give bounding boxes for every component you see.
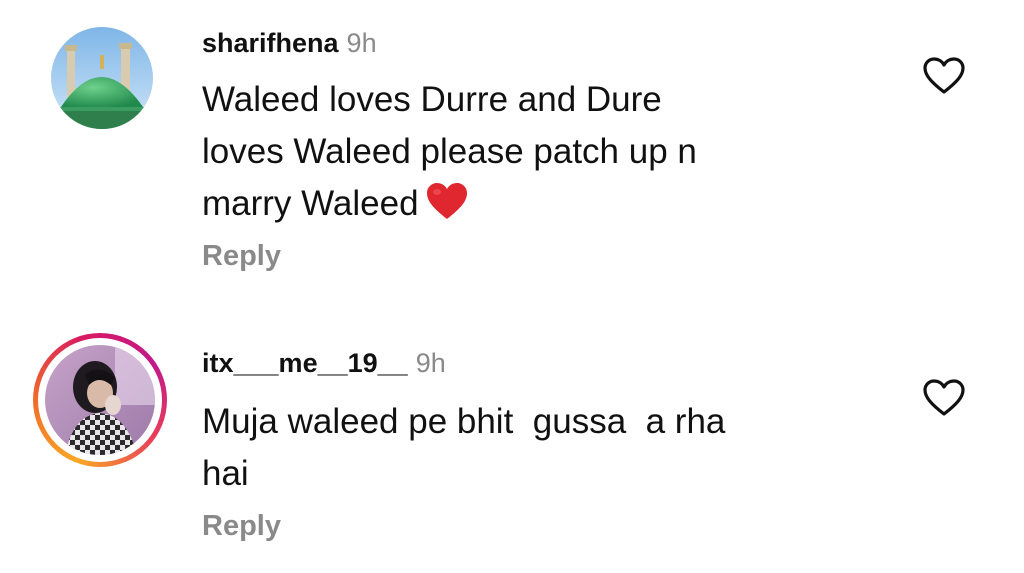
- comment-item: sharifhena 9h Waleed loves Durre and Dure…: [0, 0, 1024, 290]
- comment-text: Waleed loves Durre and Dure loves Waleed…: [202, 74, 842, 236]
- username[interactable]: sharifhena: [202, 28, 339, 58]
- comment-text-line: Muja waleed pe bhit gussa a rha: [202, 402, 726, 441]
- username[interactable]: itx___me__19__: [202, 348, 408, 378]
- avatar[interactable]: [51, 27, 153, 129]
- comment-text: Muja waleed pe bhit gussa a rha hai: [202, 396, 842, 500]
- green-dome-mosque-icon: [51, 27, 153, 129]
- timestamp: 9h: [346, 28, 377, 58]
- heart-outline-icon: [922, 378, 966, 423]
- like-button[interactable]: [916, 52, 972, 104]
- comment-meta: sharifhena 9h: [202, 28, 377, 59]
- reply-button[interactable]: Reply: [202, 240, 281, 273]
- comment-text-line: loves Waleed please patch up n: [202, 132, 697, 171]
- like-button[interactable]: [916, 374, 972, 426]
- comment-item: itx___me__19__ 9h Muja waleed pe bhit gus…: [0, 290, 1024, 573]
- comment-text-line: marry Waleed: [202, 178, 842, 236]
- avatar[interactable]: [33, 333, 167, 467]
- comment-text-line: hai: [202, 454, 249, 493]
- heart-outline-icon: [922, 56, 966, 101]
- comment-text-line: Waleed loves Durre and Dure: [202, 80, 662, 119]
- timestamp: 9h: [415, 348, 446, 378]
- red-heart-emoji-icon: [425, 181, 469, 236]
- reply-button[interactable]: Reply: [202, 510, 281, 543]
- comment-meta: itx___me__19__ 9h: [202, 348, 446, 379]
- user-photo-icon: [45, 345, 155, 455]
